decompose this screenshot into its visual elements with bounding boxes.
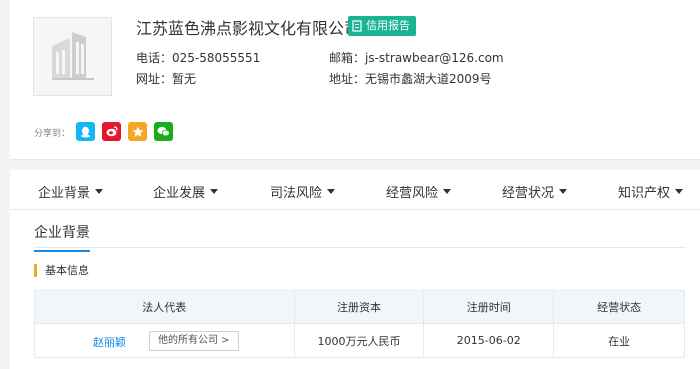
- section-divider: [34, 247, 686, 248]
- caret-down-icon: [559, 189, 568, 194]
- basic-info-table: 法人代表 注册资本 注册时间 经营状态 赵丽颖 他的所有公司 > 1000万元人…: [34, 290, 685, 358]
- content-panel: 企业背景 基本信息 法人代表 注册资本 注册时间 经营状态 赵丽颖 他的所有公司…: [10, 210, 700, 369]
- nav-item-background[interactable]: 企业背景: [38, 182, 104, 201]
- caret-down-icon: [675, 189, 684, 194]
- weibo-icon[interactable]: [102, 122, 121, 141]
- nav-item-operating-status[interactable]: 经营状况: [502, 182, 568, 201]
- table-header-cell: 注册时间: [423, 290, 555, 324]
- address-label: 地址：: [329, 72, 366, 86]
- subsection-title: 基本信息: [34, 264, 89, 277]
- table-row: 赵丽颖 他的所有公司 > 1000万元人民币 2015-06-02 在业: [34, 323, 685, 358]
- status-cell: 在业: [553, 323, 685, 358]
- credit-report-button[interactable]: 信用报告: [348, 16, 416, 36]
- company-logo: [33, 17, 112, 96]
- website-value: 暂无: [172, 72, 197, 86]
- phone-value: 025-58055551: [172, 51, 261, 65]
- caret-down-icon: [327, 189, 336, 194]
- nav-item-judicial-risk[interactable]: 司法风险: [270, 182, 336, 201]
- address-value: 无锡市蠡湖大道2009号: [365, 72, 492, 86]
- legal-rep-link[interactable]: 赵丽颖: [93, 334, 126, 350]
- nav-item-development[interactable]: 企业发展: [153, 182, 219, 201]
- nav-item-label: 企业发展: [153, 186, 206, 201]
- share-label: 分享到：: [34, 129, 71, 139]
- email-row: 邮箱：js-strawbear@126.com: [329, 49, 504, 66]
- legal-rep-cell: 赵丽颖 他的所有公司 >: [34, 323, 295, 358]
- nav-item-label: 经营状况: [502, 186, 555, 201]
- table-header-cell: 注册资本: [293, 290, 425, 324]
- company-name: 江苏蓝色沸点影视文化有限公司: [136, 19, 361, 38]
- table-header-row: 法人代表 注册资本 注册时间 经营状态: [34, 290, 685, 324]
- email-value[interactable]: js-strawbear@126.com: [365, 51, 504, 65]
- nav-item-label: 经营风险: [386, 186, 439, 201]
- caret-down-icon: [443, 189, 452, 194]
- website-row: 网址：暂无: [136, 70, 196, 87]
- address-row: 地址：无锡市蠡湖大道2009号: [329, 70, 492, 87]
- nav-item-label: 知识产权: [618, 186, 671, 201]
- qzone-icon[interactable]: [128, 122, 147, 141]
- nav-item-label: 企业背景: [38, 186, 91, 201]
- email-label: 邮箱：: [329, 51, 366, 65]
- company-header-card: 江苏蓝色沸点影视文化有限公司 信用报告 电话：025-58055551 邮箱：j…: [10, 0, 700, 160]
- nav-item-operating-risk[interactable]: 经营风险: [386, 182, 452, 201]
- nav-item-ip[interactable]: 知识产权: [618, 182, 684, 201]
- report-icon: [352, 20, 362, 32]
- caret-down-icon: [210, 189, 219, 194]
- phone-label: 电话：: [136, 51, 173, 65]
- building-icon: [52, 32, 94, 80]
- website-label: 网址：: [136, 72, 173, 86]
- table-header-cell: 法人代表: [34, 290, 295, 324]
- caret-down-icon: [95, 189, 104, 194]
- table-header-cell: 经营状态: [553, 290, 685, 324]
- date-cell: 2015-06-02: [423, 323, 555, 358]
- capital-cell: 1000万元人民币: [293, 323, 425, 358]
- phone-row: 电话：025-58055551: [136, 49, 260, 66]
- qq-icon[interactable]: [76, 122, 95, 141]
- all-companies-button[interactable]: 他的所有公司 >: [149, 331, 239, 351]
- nav-item-label: 司法风险: [270, 186, 323, 201]
- wechat-icon[interactable]: [154, 122, 173, 141]
- credit-report-label: 信用报告: [366, 19, 410, 32]
- section-nav: 企业背景 企业发展 司法风险 经营风险 经营状况 知识产权: [10, 170, 700, 210]
